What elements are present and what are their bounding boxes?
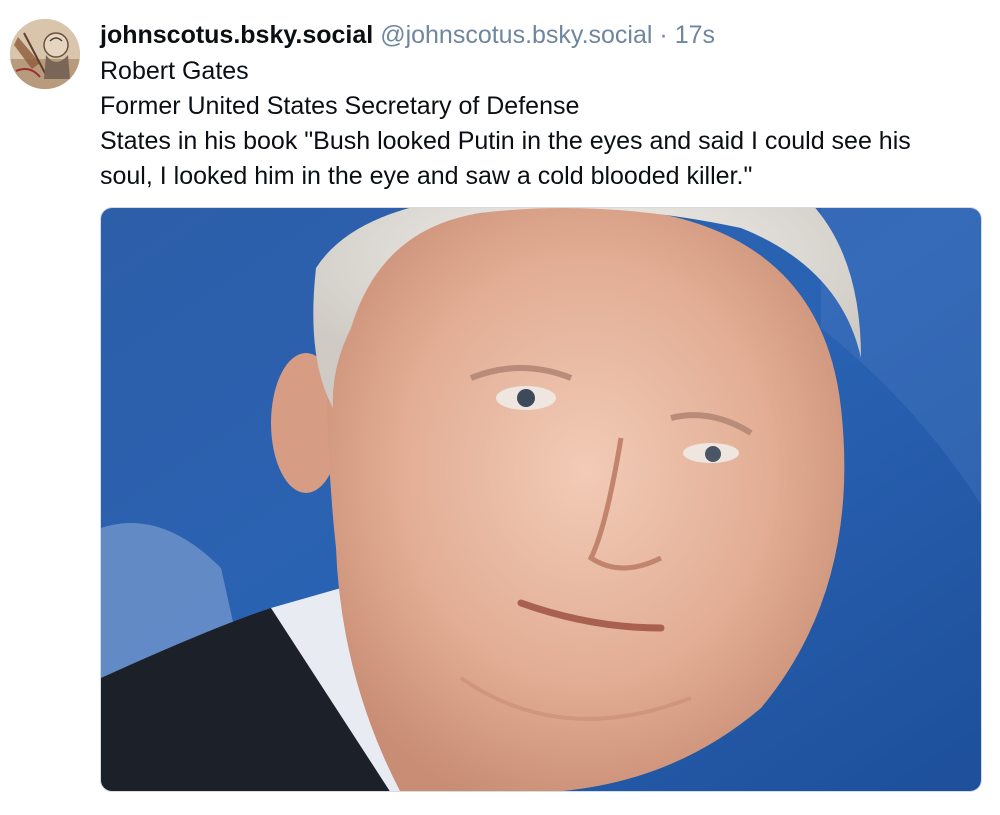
timestamp[interactable]: 17s xyxy=(675,21,715,49)
display-name[interactable]: johnscotus.bsky.social xyxy=(100,21,373,49)
post-text-line-2: Former United States Secretary of Defens… xyxy=(100,92,580,120)
post-header: johnscotus.bsky.social @johnscotus.bsky.… xyxy=(100,16,990,54)
post-text-line-4: soul, I looked him in the eye and saw a … xyxy=(100,162,753,190)
post-card[interactable]: johnscotus.bsky.social @johnscotus.bsky.… xyxy=(0,0,1000,815)
avatar-image xyxy=(10,19,80,89)
handle[interactable]: @johnscotus.bsky.social xyxy=(380,21,652,49)
post-text-line-3: States in his book "Bush looked Putin in… xyxy=(100,127,911,155)
separator-dot: · xyxy=(659,21,668,49)
post-image[interactable] xyxy=(100,207,982,792)
post-text-line-1: Robert Gates xyxy=(100,57,249,85)
post-content: johnscotus.bsky.social @johnscotus.bsky.… xyxy=(100,16,990,194)
avatar[interactable] xyxy=(10,19,80,89)
portrait-photo xyxy=(101,208,981,791)
